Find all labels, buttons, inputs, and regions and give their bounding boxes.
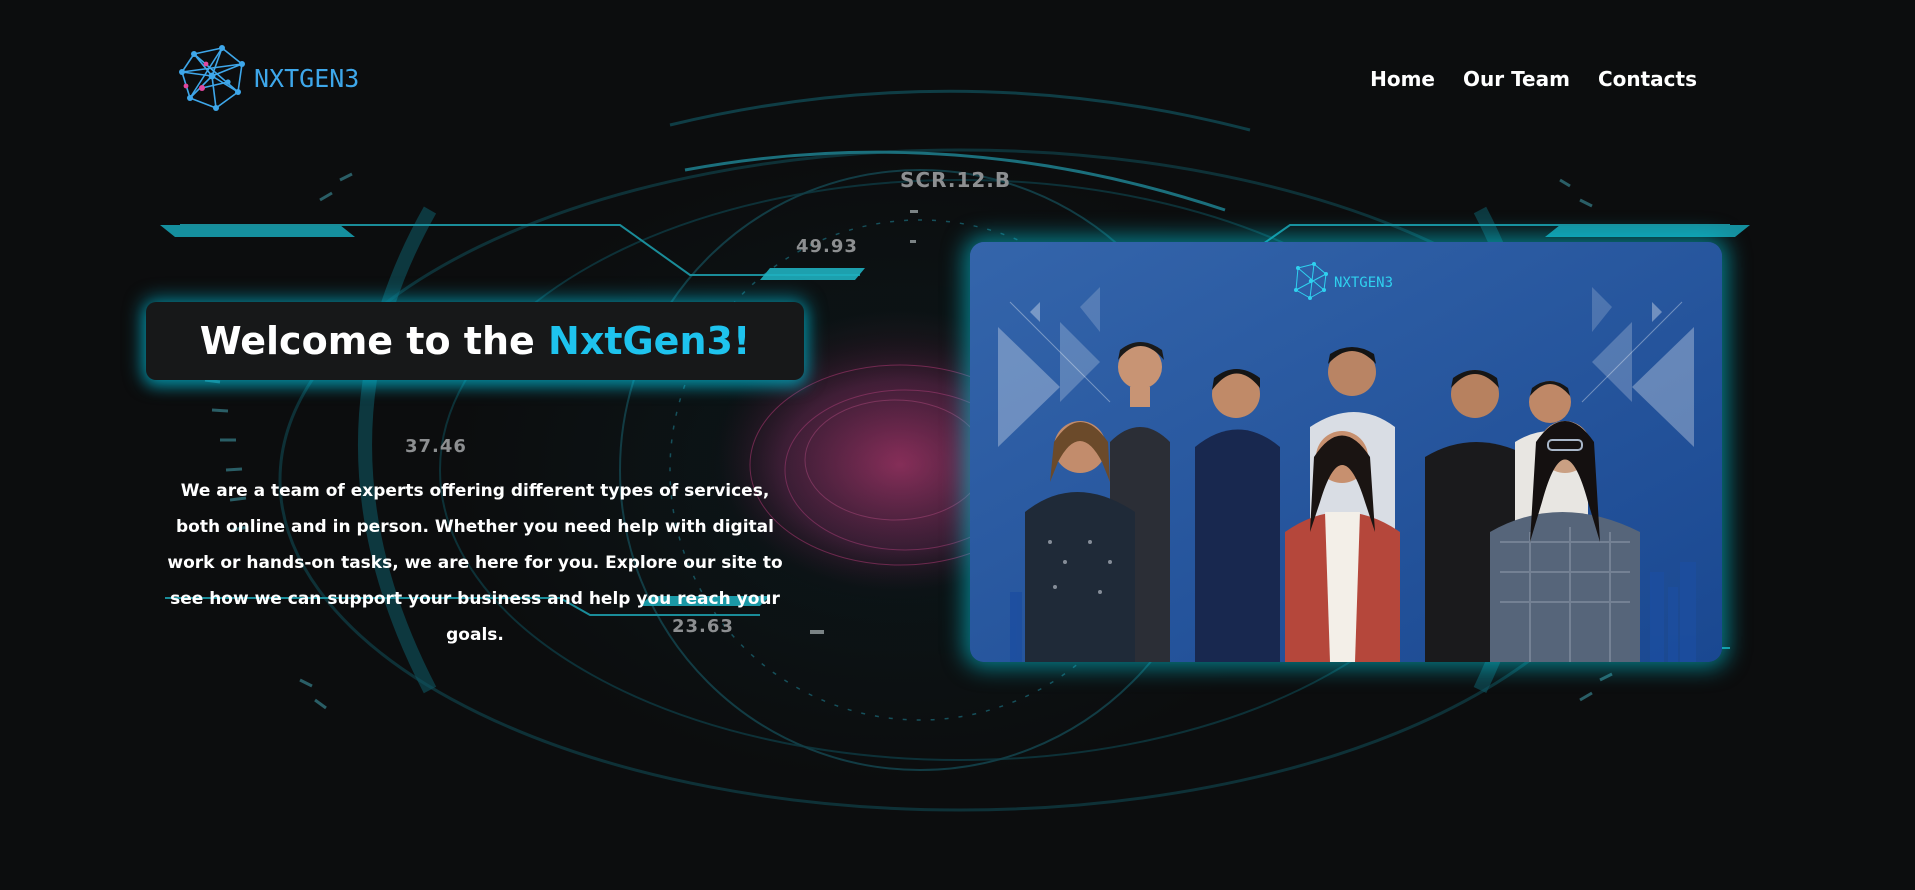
photo-logo-text: NXTGEN3 <box>1334 275 1393 291</box>
page-title: Welcome to the NxtGen3! <box>200 319 751 363</box>
intro-paragraph: We are a team of experts offering differ… <box>167 481 783 645</box>
title-accent: NxtGen3! <box>548 319 751 363</box>
site-logo[interactable]: NXTGEN3 <box>176 42 359 114</box>
logo-text: NXTGEN3 <box>254 63 360 93</box>
nav-our-team-link[interactable]: Our Team <box>1463 66 1570 92</box>
team-photo: NXTGEN3 <box>970 242 1722 662</box>
nav-home-link[interactable]: Home <box>1370 66 1435 92</box>
hud-value-2: 37.46 <box>405 436 467 457</box>
welcome-banner: Welcome to the NxtGen3! <box>146 302 804 380</box>
nav-contacts-link[interactable]: Contacts <box>1598 66 1697 92</box>
network-cube-icon <box>179 45 245 111</box>
main-nav: Home Our Team Contacts <box>1370 66 1697 92</box>
hud-label-scr: SCR.12.B <box>900 168 1012 192</box>
title-prefix: Welcome to the <box>199 319 549 363</box>
hud-value-1: 49.93 <box>796 236 858 257</box>
team-photo-illustration: NXTGEN3 <box>970 242 1722 662</box>
landing-page: SCR.12.B 49.93 37.46 23.63 NXTGEN3 Home … <box>0 0 1915 890</box>
